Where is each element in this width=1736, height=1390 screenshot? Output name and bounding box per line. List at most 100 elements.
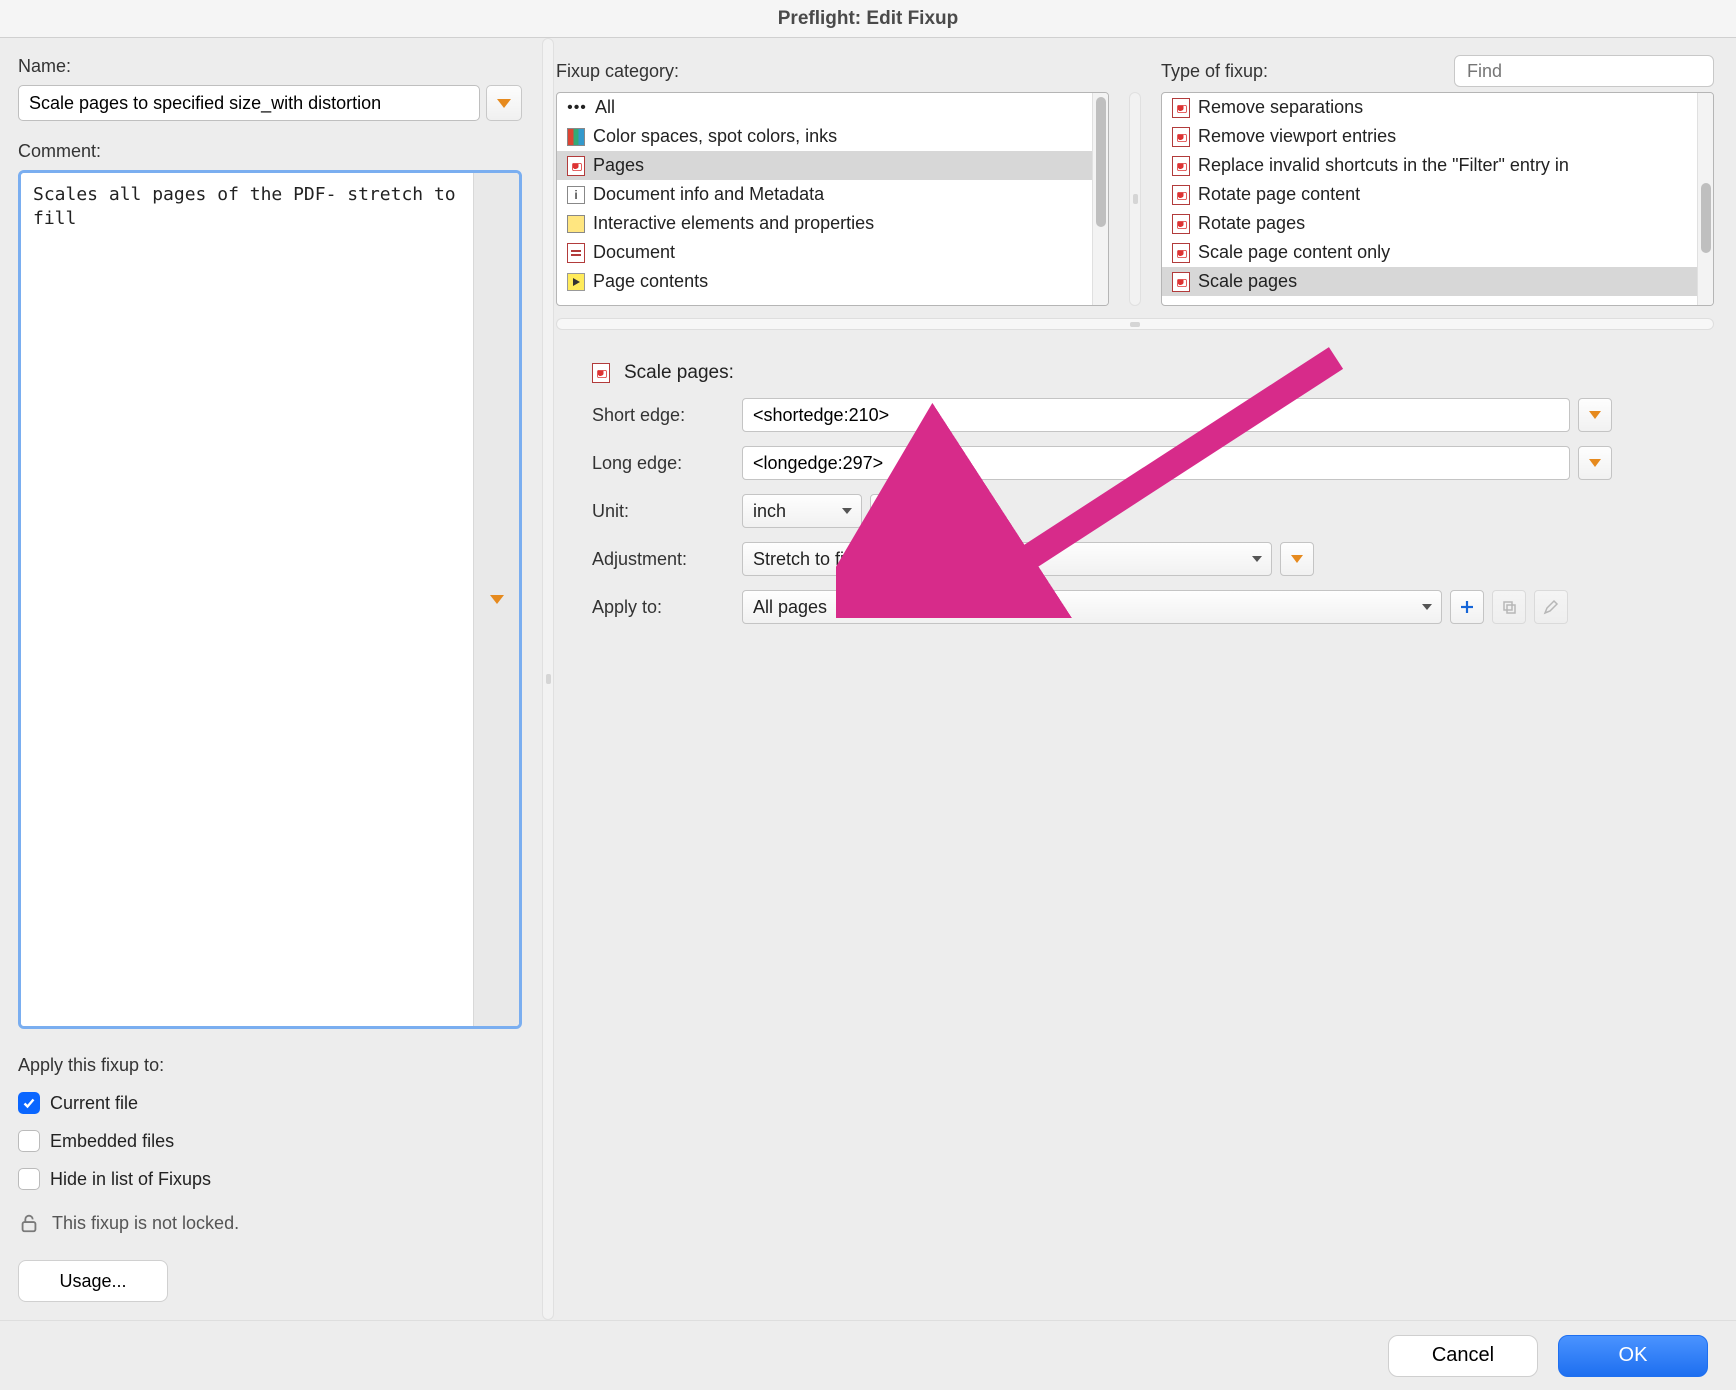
category-item[interactable]: Pages <box>557 151 1092 180</box>
short-edge-label: Short edge: <box>592 405 742 426</box>
type-item[interactable]: Rotate pages <box>1162 209 1697 238</box>
chevron-down-icon <box>881 507 893 515</box>
unit-value: inch <box>753 501 786 522</box>
pdf-icon <box>1172 243 1190 263</box>
chevron-down-icon <box>1291 555 1303 563</box>
footer: Cancel OK <box>0 1320 1736 1390</box>
scrollbar[interactable] <box>1092 93 1108 305</box>
pencil-icon <box>1543 599 1559 615</box>
short-edge-input[interactable] <box>742 398 1570 432</box>
plus-icon <box>1459 599 1475 615</box>
layers-icon <box>567 215 585 233</box>
usage-button[interactable]: Usage... <box>18 1260 168 1302</box>
list-item-label: Interactive elements and properties <box>593 213 874 234</box>
list-item-label: Page contents <box>593 271 708 292</box>
chevron-down-icon[interactable] <box>490 595 504 604</box>
embedded-files-checkbox[interactable] <box>18 1130 40 1152</box>
comment-textarea[interactable]: Scales all pages of the PDF- stretch to … <box>21 173 473 1026</box>
apply-to-value: All pages <box>753 597 827 618</box>
long-edge-var-button[interactable] <box>1578 446 1612 480</box>
info-icon: i <box>567 186 585 204</box>
chevron-down-icon <box>842 508 852 514</box>
check-icon <box>22 1096 36 1110</box>
type-item[interactable]: Scale page content only <box>1162 238 1697 267</box>
left-pane: Name: Comment: Scales all pages of the P… <box>0 38 540 1320</box>
apply-to-label: Apply to: <box>592 597 742 618</box>
list-item-label: Remove viewport entries <box>1198 126 1396 147</box>
category-item[interactable]: Document <box>557 238 1092 267</box>
cancel-button[interactable]: Cancel <box>1388 1335 1538 1377</box>
horizontal-splitter[interactable] <box>556 318 1714 330</box>
type-item[interactable]: Remove viewport entries <box>1162 122 1697 151</box>
name-input[interactable] <box>18 85 480 121</box>
type-item[interactable]: Replace invalid shortcuts in the "Filter… <box>1162 151 1697 180</box>
name-label: Name: <box>18 56 522 77</box>
arrow-icon <box>567 273 585 291</box>
fixup-category-label: Fixup category: <box>556 61 679 82</box>
category-item[interactable]: ••• All <box>557 93 1092 122</box>
pdf-icon <box>592 363 610 383</box>
pdf-icon <box>1172 156 1190 176</box>
ellipsis-icon: ••• <box>567 98 587 118</box>
list-item-label: Pages <box>593 155 644 176</box>
category-item[interactable]: iDocument info and Metadata <box>557 180 1092 209</box>
add-button[interactable] <box>1450 590 1484 624</box>
window-title: Preflight: Edit Fixup <box>0 0 1736 38</box>
pdf-icon <box>1172 185 1190 205</box>
vertical-splitter[interactable] <box>542 38 554 1320</box>
adjustment-var-button[interactable] <box>1280 542 1314 576</box>
category-item[interactable]: Color spaces, spot colors, inks <box>557 122 1092 151</box>
short-edge-var-button[interactable] <box>1578 398 1612 432</box>
pdf-icon <box>567 156 585 176</box>
unlock-icon <box>18 1212 40 1234</box>
ok-button[interactable]: OK <box>1558 1335 1708 1377</box>
duplicate-button <box>1492 590 1526 624</box>
scroll-thumb[interactable] <box>1701 183 1711 253</box>
find-input[interactable] <box>1454 55 1714 87</box>
hide-in-list-checkbox[interactable] <box>18 1168 40 1190</box>
comment-label: Comment: <box>18 141 522 162</box>
list-item-label: Scale pages <box>1198 271 1297 292</box>
scrollbar[interactable] <box>1697 93 1713 305</box>
list-item-label: Scale page content only <box>1198 242 1390 263</box>
apply-to-select[interactable]: All pages <box>742 590 1442 624</box>
list-item-label: Replace invalid shortcuts in the "Filter… <box>1198 155 1569 176</box>
pdf-icon <box>1172 127 1190 147</box>
category-item[interactable]: Page contents <box>557 267 1092 296</box>
document-icon <box>567 243 585 263</box>
comment-side-panel <box>473 173 519 1026</box>
edit-button <box>1534 590 1568 624</box>
type-listbox[interactable]: Remove separations Remove viewport entrie… <box>1161 92 1714 306</box>
name-var-menu-button[interactable] <box>486 85 522 121</box>
list-item-label: Rotate page content <box>1198 184 1360 205</box>
chevron-down-icon <box>1589 411 1601 419</box>
list-item-label: All <box>595 97 615 118</box>
list-item-label: Remove separations <box>1198 97 1363 118</box>
type-item[interactable]: Rotate page content <box>1162 180 1697 209</box>
long-edge-label: Long edge: <box>592 453 742 474</box>
right-pane: Fixup category: ••• All Color spaces, spot… <box>556 38 1736 1320</box>
list-splitter[interactable] <box>1129 92 1141 306</box>
lock-status-text: This fixup is not locked. <box>52 1213 239 1234</box>
scroll-thumb[interactable] <box>1096 97 1106 227</box>
unit-select[interactable]: inch <box>742 494 862 528</box>
current-file-checkbox[interactable] <box>18 1092 40 1114</box>
type-item[interactable]: Remove separations <box>1162 93 1697 122</box>
category-item[interactable]: Interactive elements and properties <box>557 209 1092 238</box>
list-item-label: Rotate pages <box>1198 213 1305 234</box>
category-listbox[interactable]: ••• All Color spaces, spot colors, inks Pag… <box>556 92 1109 306</box>
apply-fixup-label: Apply this fixup to: <box>18 1055 522 1076</box>
chevron-down-icon <box>1252 556 1262 562</box>
unit-var-button[interactable] <box>870 494 904 528</box>
embedded-files-label: Embedded files <box>50 1131 174 1152</box>
adjustment-label: Adjustment: <box>592 549 742 570</box>
color-icon <box>567 128 585 146</box>
long-edge-input[interactable] <box>742 446 1570 480</box>
adjustment-value: Stretch to fill <box>753 549 852 570</box>
pdf-icon <box>1172 272 1190 292</box>
pdf-icon <box>1172 214 1190 234</box>
type-item[interactable]: Scale pages <box>1162 267 1697 296</box>
adjustment-select[interactable]: Stretch to fill <box>742 542 1272 576</box>
list-item-label: Document <box>593 242 675 263</box>
unit-label: Unit: <box>592 501 742 522</box>
